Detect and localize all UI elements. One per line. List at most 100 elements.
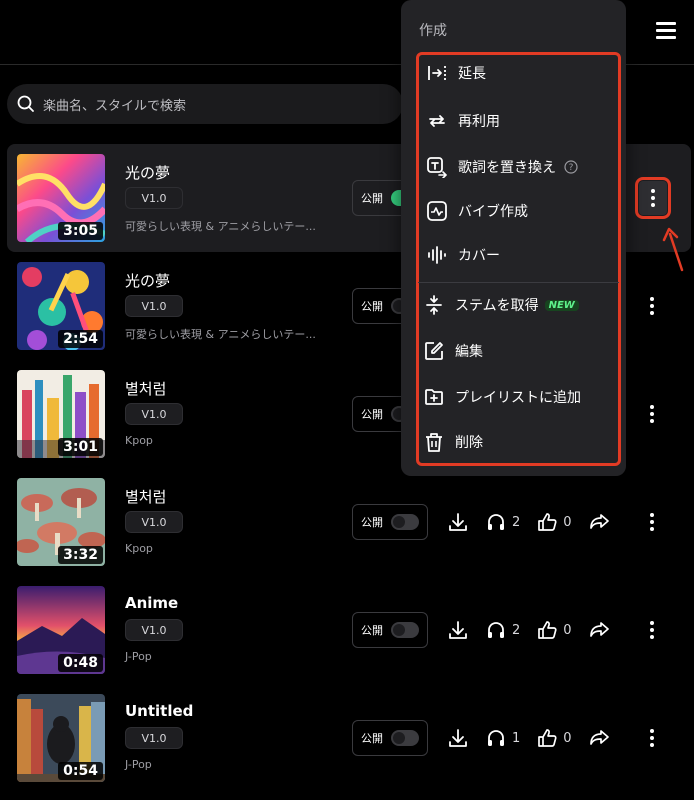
- trash-icon: [426, 433, 442, 452]
- download-icon: [449, 513, 467, 531]
- more-vertical-icon: [650, 621, 654, 639]
- help-circle-icon[interactable]: ?: [564, 160, 578, 174]
- new-badge: NEW: [544, 299, 579, 311]
- duration-label: 3:32: [58, 546, 103, 564]
- song-actions: 2 0: [447, 504, 626, 540]
- vibe-icon: [427, 201, 447, 221]
- share-button[interactable]: [588, 511, 610, 533]
- menu-item-reuse[interactable]: 再利用: [426, 106, 500, 136]
- more-vertical-icon: [650, 513, 654, 531]
- public-label: 公開: [361, 192, 383, 205]
- public-label: 公開: [361, 516, 383, 529]
- more-options-button[interactable]: [640, 291, 664, 321]
- reuse-icon: [429, 115, 445, 127]
- download-button[interactable]: [447, 727, 469, 749]
- search-icon: [17, 95, 34, 112]
- song-title[interactable]: Untitled: [125, 702, 193, 720]
- menu-item-cover[interactable]: カバー: [426, 240, 500, 270]
- menu-item-vibe[interactable]: バイブ作成: [426, 196, 528, 226]
- more-options-button[interactable]: [640, 615, 664, 645]
- edit-icon: [425, 342, 443, 360]
- svg-text:?: ?: [569, 163, 574, 173]
- toggle-switch[interactable]: [391, 514, 419, 530]
- song-title[interactable]: 光の夢: [125, 162, 170, 183]
- download-button[interactable]: [447, 619, 469, 641]
- share-icon: [589, 514, 609, 529]
- song-thumbnail[interactable]: 2:54: [17, 262, 105, 350]
- annotation-arrow-icon: [662, 227, 684, 272]
- song-title[interactable]: Anime: [125, 594, 178, 612]
- song-description: Kpop: [125, 542, 153, 555]
- song-title[interactable]: 光の夢: [125, 270, 170, 291]
- song-row[interactable]: 3:32 별처럼 V1.0 Kpop 公開 2 0: [7, 468, 691, 576]
- search-input[interactable]: 楽曲名、スタイルで検索: [43, 95, 186, 114]
- search-bar[interactable]: 楽曲名、スタイルで検索: [7, 84, 403, 124]
- headphones-icon: [488, 622, 504, 638]
- song-thumbnail[interactable]: 3:05: [17, 154, 105, 242]
- song-title[interactable]: 별처럼: [125, 486, 166, 507]
- menu-item-label: 歌詞を置き換え: [458, 160, 556, 176]
- like-count-value: 0: [563, 622, 572, 638]
- more-vertical-icon: [651, 189, 655, 207]
- song-thumbnail[interactable]: 3:32: [17, 478, 105, 566]
- share-button[interactable]: [588, 619, 610, 641]
- more-options-button[interactable]: [640, 723, 664, 753]
- more-vertical-icon: [650, 729, 654, 747]
- song-actions: 2 0: [447, 612, 626, 648]
- public-toggle[interactable]: 公開: [352, 720, 428, 756]
- menu-item-replace-lyrics[interactable]: 歌詞を置き換え ?: [426, 152, 578, 182]
- play-count-value: 2: [512, 514, 521, 530]
- toggle-switch[interactable]: [391, 730, 419, 746]
- add-playlist-icon: [425, 389, 443, 405]
- replace-lyrics-icon: [427, 157, 448, 178]
- menu-item-edit[interactable]: 編集: [423, 336, 483, 366]
- like-button[interactable]: 0: [536, 619, 572, 641]
- song-thumbnail[interactable]: 0:54: [17, 694, 105, 782]
- toggle-switch[interactable]: [391, 622, 419, 638]
- more-options-button[interactable]: [635, 177, 671, 219]
- thumbs-up-icon: [538, 513, 557, 531]
- menu-item-delete[interactable]: 削除: [423, 427, 483, 457]
- menu-item-label: ステムを取得: [455, 298, 539, 314]
- song-thumbnail[interactable]: 3:01: [17, 370, 105, 458]
- download-icon: [449, 729, 467, 747]
- headphones-icon: [488, 730, 504, 746]
- menu-item-label: 再利用: [458, 114, 500, 130]
- duration-label: 2:54: [58, 330, 103, 348]
- like-count-value: 0: [563, 514, 572, 530]
- play-count: 2: [485, 619, 520, 641]
- menu-item-label: 削除: [455, 435, 483, 451]
- menu-header: 作成: [419, 23, 447, 39]
- create-context-menu: 作成 延長 再利用 歌詞を置き換え ? バイブ作成 カバー ステムを取得 NEW…: [401, 0, 626, 476]
- thumbs-up-icon: [538, 621, 557, 639]
- more-options-button[interactable]: [640, 399, 664, 429]
- more-options-button[interactable]: [640, 507, 664, 537]
- more-vertical-icon: [650, 297, 654, 315]
- like-button[interactable]: 0: [536, 511, 572, 533]
- more-vertical-icon: [650, 405, 654, 423]
- stems-icon: [426, 295, 442, 315]
- song-title[interactable]: 별처럼: [125, 378, 166, 399]
- play-count: 1: [485, 727, 520, 749]
- menu-item-add-playlist[interactable]: プレイリストに追加: [423, 382, 581, 412]
- menu-item-extend[interactable]: 延長: [426, 58, 486, 88]
- share-button[interactable]: [588, 727, 610, 749]
- public-toggle[interactable]: 公開: [352, 612, 428, 648]
- like-button[interactable]: 0: [536, 727, 572, 749]
- song-row[interactable]: 0:48 Anime V1.0 J-Pop 公開 2 0: [7, 576, 691, 684]
- duration-label: 3:05: [58, 222, 103, 240]
- song-description: 可愛らしい表現 & アニメらしいテー...: [125, 220, 316, 233]
- song-row[interactable]: 0:54 Untitled V1.0 J-Pop 公開 1 0: [7, 684, 691, 792]
- share-icon: [589, 730, 609, 745]
- public-label: 公開: [361, 408, 383, 421]
- public-toggle[interactable]: 公開: [352, 504, 428, 540]
- version-badge: V1.0: [125, 511, 183, 533]
- version-badge: V1.0: [125, 295, 183, 317]
- download-button[interactable]: [447, 511, 469, 533]
- cover-icon: [428, 246, 446, 264]
- public-label: 公開: [361, 732, 383, 745]
- version-badge: V1.0: [125, 403, 183, 425]
- song-thumbnail[interactable]: 0:48: [17, 586, 105, 674]
- menu-item-stems[interactable]: ステムを取得 NEW: [423, 290, 579, 320]
- hamburger-menu-icon[interactable]: [654, 20, 678, 40]
